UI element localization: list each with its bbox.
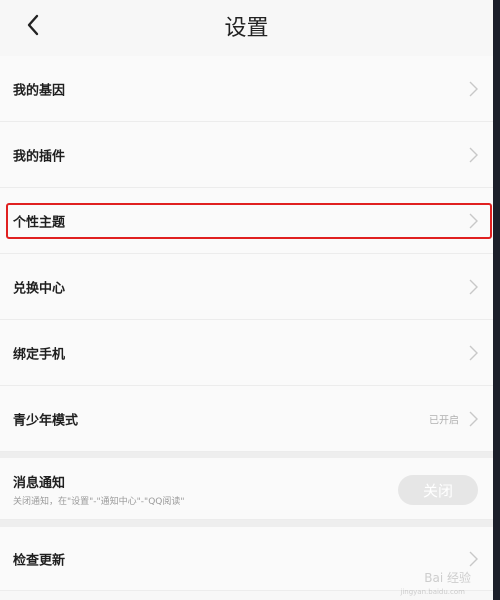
row-redeem-center[interactable]: 兑换中心 — [0, 254, 493, 320]
chevron-right-icon — [469, 147, 478, 162]
row-teen-mode[interactable]: 青少年模式 已开启 — [0, 386, 493, 452]
row-label: 青少年模式 — [13, 413, 79, 428]
watermark: Bai 经验 — [424, 571, 471, 585]
row-label: 个性主题 — [13, 215, 66, 230]
chevron-right-icon — [469, 551, 478, 566]
row-label: 我的基因 — [13, 83, 66, 98]
chevron-right-icon — [469, 81, 478, 96]
row-label: 消息通知 — [13, 476, 66, 491]
chevron-right-icon — [469, 213, 478, 228]
watermark-url: jingyan.baidu.com — [400, 588, 465, 596]
row-label: 我的插件 — [13, 149, 66, 164]
row-label: 兑换中心 — [13, 281, 66, 296]
row-notifications: 消息通知 关闭通知，在"设置"-"通知中心"-"QQ阅读" 关闭 — [0, 458, 493, 520]
chevron-right-icon — [469, 345, 478, 360]
row-subtitle: 关闭通知，在"设置"-"通知中心"-"QQ阅读" — [13, 497, 185, 507]
settings-list: 我的基因 我的插件 个性主题 兑换中心 绑定手机 青少年模式 已开启 消息通知 … — [0, 56, 493, 591]
row-my-genes[interactable]: 我的基因 — [0, 56, 493, 122]
page-title: 设置 — [224, 16, 269, 41]
settings-screen: 设置 我的基因 我的插件 个性主题 兑换中心 绑定手机 青少年模式 已开启 消息… — [0, 0, 493, 600]
chevron-right-icon — [469, 279, 478, 294]
row-bind-phone[interactable]: 绑定手机 — [0, 320, 493, 386]
row-label: 绑定手机 — [13, 347, 66, 362]
window-edge — [493, 0, 500, 600]
section-divider — [0, 520, 493, 527]
row-label: 检查更新 — [13, 553, 66, 568]
chevron-right-icon — [469, 411, 478, 426]
status-text: 已开启 — [429, 415, 459, 426]
row-my-plugins[interactable]: 我的插件 — [0, 122, 493, 188]
row-check-update[interactable]: 检查更新 — [0, 527, 493, 591]
notification-toggle[interactable]: 关闭 — [398, 475, 478, 505]
header: 设置 — [0, 0, 493, 56]
row-personal-theme[interactable]: 个性主题 — [0, 188, 493, 254]
